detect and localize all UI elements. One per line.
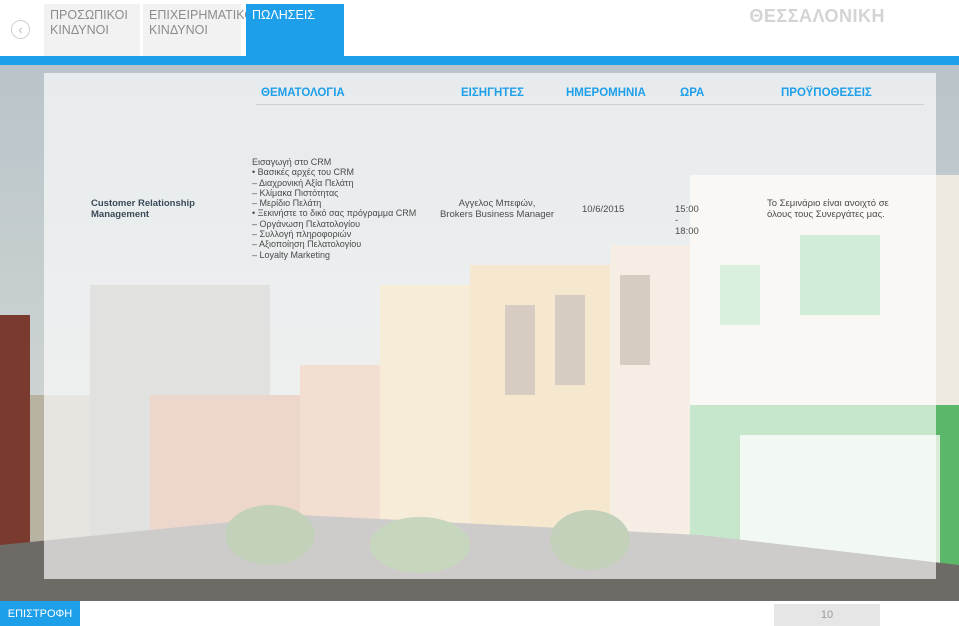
tab-label-line1: ΠΡΟΣΩΠΙΚΟΙ bbox=[50, 8, 128, 22]
tab-business-risks[interactable]: ΕΠΙΧΕΙΡΗΜΑΤΙΚΟΙ ΚΙΝΔΥΝΟΙ bbox=[143, 4, 258, 56]
city-title: ΘΕΣΣΑΛΟΝΙΚΗ bbox=[749, 6, 885, 26]
date-cell: 10/6/2015 bbox=[582, 204, 625, 215]
agenda-item: • Ξεκινήστε το δικό σας πρόγραμμα CRM bbox=[252, 208, 417, 219]
tab-label-line2: ΚΙΝΔΥΝΟΙ bbox=[149, 23, 208, 37]
course-title: Customer Relationship Management bbox=[91, 198, 241, 220]
chevron-left-icon: ‹ bbox=[18, 22, 23, 37]
prerequisites-line2: όλους τους Συνεργάτες μας. bbox=[767, 209, 885, 220]
tab-label-line2: ΚΙΝΔΥΝΟΙ bbox=[50, 23, 109, 37]
agenda-item: • Βασικές αρχές του CRM bbox=[252, 167, 355, 178]
column-header-topic: ΘΕΜΑΤΟΛΟΓΙΑ bbox=[261, 87, 345, 99]
agenda-item: – Οργάνωση Πελατολογίου bbox=[252, 218, 361, 229]
agenda-item: – Αξιοποίηση Πελατολογίου bbox=[252, 239, 362, 250]
seminar-panel bbox=[44, 73, 936, 579]
time-cell: 15:00 - 18:00 bbox=[675, 204, 699, 237]
tab-personal-risks[interactable]: ΠΡΟΣΩΠΙΚΟΙ ΚΙΝΔΥΝΟΙ bbox=[44, 4, 140, 56]
column-header-prerequisites: ΠΡΟΫΠΟΘΕΣΕΙΣ bbox=[781, 87, 872, 99]
speaker-cell: Αγγελος Μπεφών, Brokers Business Manager bbox=[437, 198, 557, 220]
speaker-name: Αγγελος Μπεφών, bbox=[458, 198, 536, 209]
course-title-line1: Customer Relationship bbox=[91, 198, 195, 209]
agenda-item: Εισαγωγή στο CRM bbox=[252, 157, 332, 167]
prerequisites-cell: Το Σεμινάριο είναι ανοιχτό σε όλους τους… bbox=[767, 198, 917, 220]
page-number: 10 bbox=[774, 604, 880, 626]
back-button[interactable]: ‹ bbox=[11, 20, 30, 39]
agenda-item: – Κλίμακα Πιστότητας bbox=[252, 187, 339, 198]
return-button[interactable]: ΕΠΙΣΤΡΟΦΗ bbox=[0, 601, 80, 626]
tab-label-line1: ΕΠΙΧΕΙΡΗΜΑΤΙΚΟΙ bbox=[149, 8, 258, 22]
prerequisites-line1: Το Σεμινάριο είναι ανοιχτό σε bbox=[767, 198, 889, 209]
accent-strip bbox=[0, 56, 959, 65]
column-header-date: ΗΜΕΡΟΜΗΝΙΑ bbox=[566, 87, 646, 99]
agenda-item: – Διαχρονική Αξία Πελάτη bbox=[252, 177, 354, 188]
column-header-speakers: ΕΙΣΗΓΗΤΕΣ bbox=[461, 87, 524, 99]
column-header-time: ΩΡΑ bbox=[680, 87, 705, 99]
speaker-role: Brokers Business Manager bbox=[439, 209, 555, 220]
tab-sales[interactable]: ΠΩΛΗΣΕΙΣ bbox=[246, 4, 344, 60]
agenda-item: – Συλλογή πληροφοριών bbox=[252, 229, 352, 240]
course-agenda: Εισαγωγή στο CRM • Βασικές αρχές του CRM… bbox=[252, 157, 442, 260]
course-title-line2: Management bbox=[91, 209, 150, 220]
header-divider bbox=[256, 104, 924, 105]
agenda-item: – Μερίδιο Πελάτη bbox=[252, 198, 322, 209]
agenda-item: – Loyalty Marketing bbox=[252, 249, 331, 260]
tab-label-line1: ΠΩΛΗΣΕΙΣ bbox=[252, 8, 316, 22]
table-header-row: ΘΕΜΑΤΟΛΟΓΙΑ ΕΙΣΗΓΗΤΕΣ ΗΜΕΡΟΜΗΝΙΑ ΩΡΑ ΠΡΟ… bbox=[44, 87, 936, 105]
